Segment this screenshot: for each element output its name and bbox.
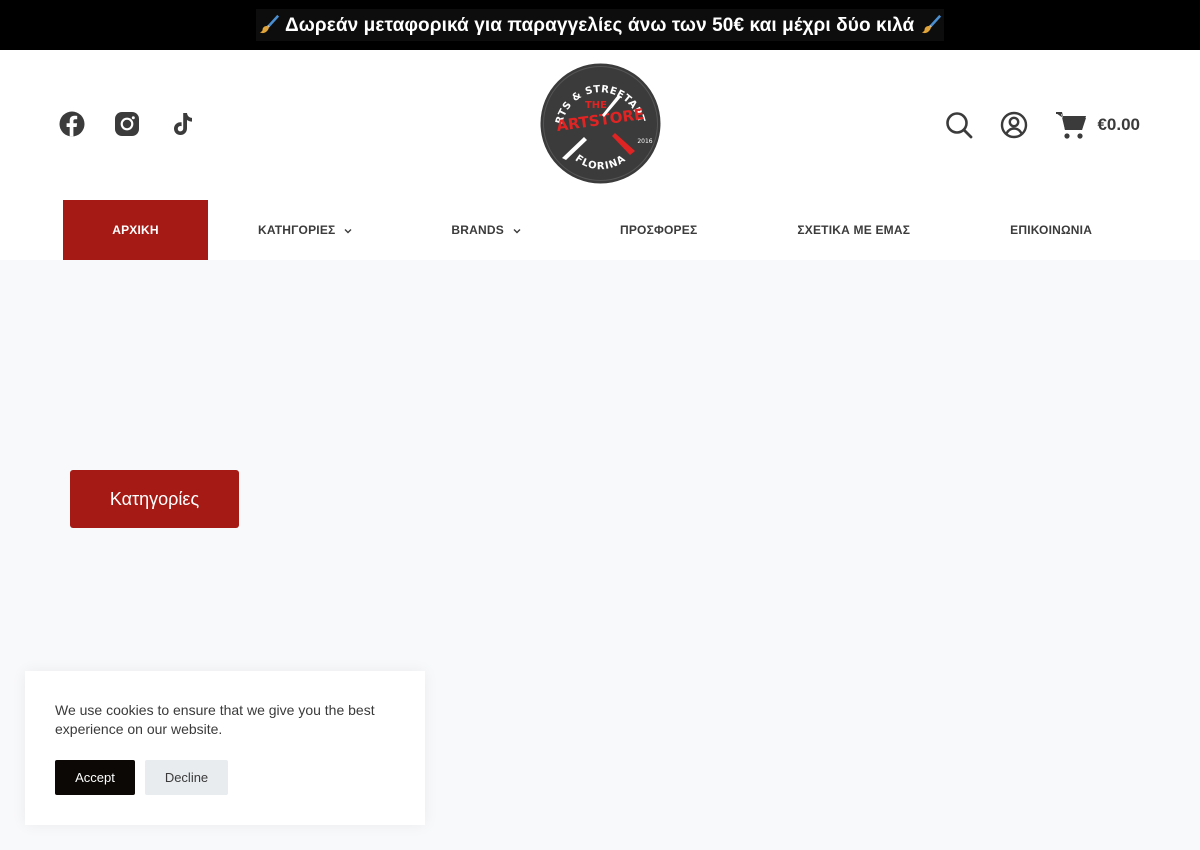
nav-item-label: ΠΡΟΣΦΟΡΕΣ — [619, 223, 698, 237]
cookie-banner: We use cookies to ensure that we give yo… — [25, 671, 425, 825]
tiktok-link[interactable] — [168, 110, 196, 138]
instagram-link[interactable] — [113, 110, 141, 138]
accept-cookies-button[interactable]: Accept — [55, 760, 135, 795]
facebook-link[interactable] — [58, 110, 86, 138]
main-nav: ΑΡΧΙΚΗ ΚΑΤΗΓΟΡΙΕΣ BRANDS ΠΡΟΣΦΟΡΕΣ ΣΧΕΤΙ… — [63, 200, 1092, 260]
facebook-icon — [59, 111, 85, 137]
cart-total: €0.00 — [1097, 115, 1140, 134]
nav-item-brands[interactable]: BRANDS — [451, 200, 521, 260]
categories-button[interactable]: Κατηγορίες — [70, 470, 239, 528]
logo-the: THE — [585, 100, 607, 111]
nav-item-label: ΚΑΤΗΓΟΡΙΕΣ — [258, 223, 336, 237]
instagram-icon — [115, 112, 139, 136]
nav-item-categories[interactable]: ΚΑΤΗΓΟΡΙΕΣ — [258, 200, 352, 260]
decline-cookies-button[interactable]: Decline — [145, 760, 228, 795]
announcement-bar: Δωρεάν μεταφορικά για παραγγελίες άνω τω… — [0, 0, 1200, 50]
nav-item-offers[interactable]: ΠΡΟΣΦΟΡΕΣ — [620, 200, 697, 260]
chevron-down-icon — [513, 229, 521, 234]
nav-item-home[interactable]: ΑΡΧΙΚΗ — [63, 200, 208, 260]
cart-icon — [1056, 112, 1087, 139]
nav-item-label: ΑΡΧΙΚΗ — [112, 223, 159, 237]
site-logo[interactable]: FINEARTS & STREETART SHOP THE ARTSTORE F… — [535, 55, 661, 184]
user-circle-icon — [1001, 111, 1028, 139]
nav-item-label: ΕΠΙΚΟΙΝΩΝΙΑ — [1010, 223, 1093, 237]
announcement-text: Δωρεάν μεταφορικά για παραγγελίες άνω τω… — [284, 15, 915, 36]
nav-item-label: BRANDS — [451, 223, 504, 237]
nav-item-contact[interactable]: ΕΠΙΚΟΙΝΩΝΙΑ — [1010, 200, 1092, 260]
cart-button[interactable]: €0.00 — [1055, 110, 1140, 140]
tiktok-icon — [174, 113, 192, 135]
search-button[interactable] — [945, 111, 973, 139]
paintbrush-icon — [260, 14, 280, 34]
paintbrush-icon — [921, 14, 941, 34]
artstore-logo: FINEARTS & STREETART SHOP THE ARTSTORE F… — [535, 55, 661, 184]
header-actions: €0.00 — [945, 110, 1140, 140]
logo-year: 2016 — [637, 138, 652, 145]
account-button[interactable] — [1000, 111, 1028, 139]
cookie-text: We use cookies to ensure that we give yo… — [55, 702, 375, 737]
site-header: FINEARTS & STREETART SHOP THE ARTSTORE F… — [0, 50, 1200, 260]
announcement-text-wrap: Δωρεάν μεταφορικά για παραγγελίες άνω τω… — [256, 9, 944, 41]
nav-item-label: ΣΧΕΤΙΚΑ ΜΕ ΕΜΑΣ — [797, 223, 911, 237]
chevron-down-icon — [344, 229, 352, 234]
nav-item-about[interactable]: ΣΧΕΤΙΚΑ ΜΕ ΕΜΑΣ — [797, 200, 910, 260]
social-links — [58, 110, 196, 138]
search-icon — [946, 112, 973, 139]
